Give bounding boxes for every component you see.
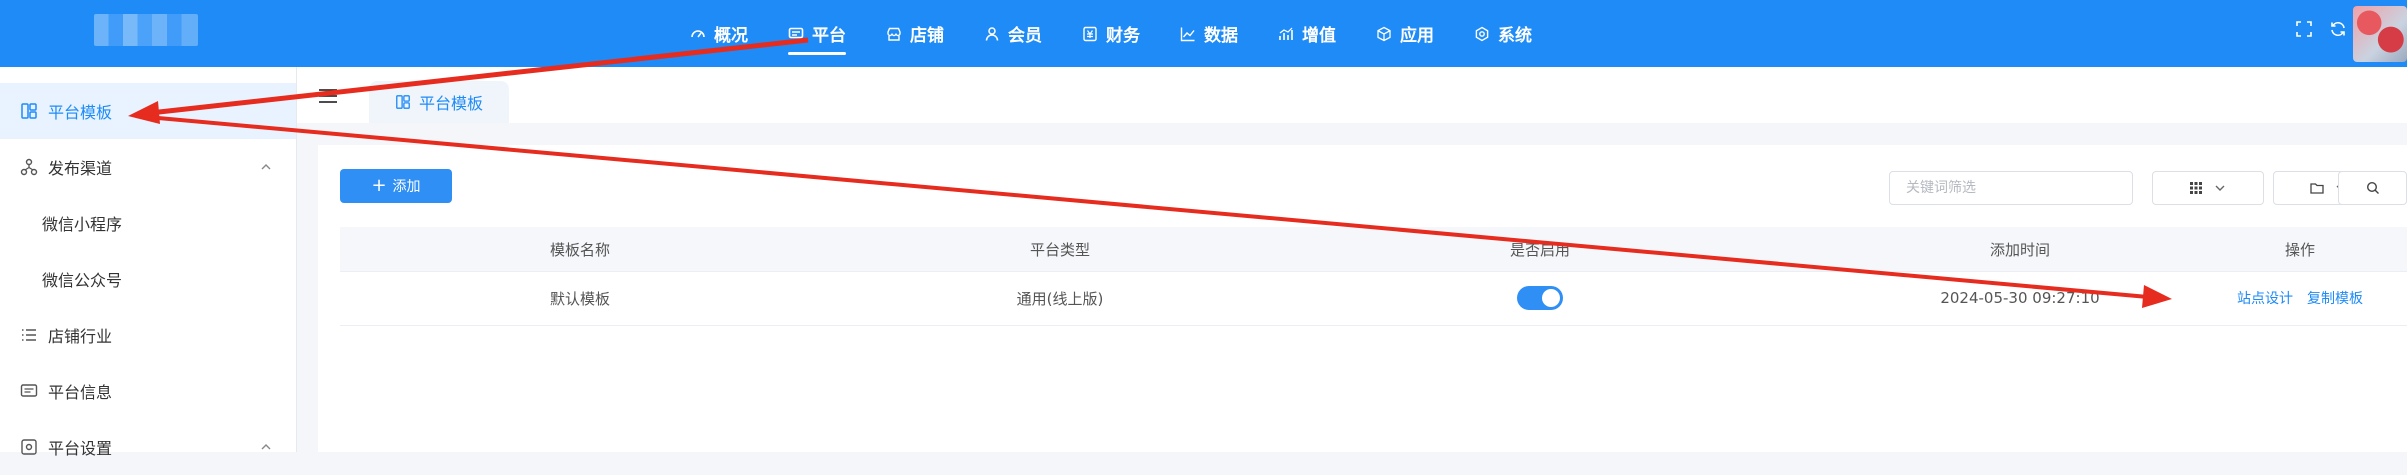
nav-item-label: 应用 (1400, 26, 1434, 46)
enabled-toggle[interactable] (1517, 286, 1563, 310)
table-row: 默认模板 通用(线上版) 2024-05-30 09:27:10 站点设计 复制… (340, 271, 2407, 326)
cell-platform-type: 通用(线上版) (1016, 289, 1104, 308)
tab-label: 平台模板 (418, 94, 483, 113)
nav-item-label: 平台 (812, 26, 846, 46)
sidebar-item-publish-channel[interactable]: 发布渠道 (0, 139, 296, 195)
nav-item-finance[interactable]: 财务 (1082, 0, 1140, 67)
copy-template-link[interactable]: 复制模板 (2307, 288, 2363, 308)
column-header-platform-type: 平台类型 (1029, 240, 1090, 259)
sidebar-item-label: 平台设置 (48, 439, 113, 458)
cell-actions: 站点设计 复制模板 (2220, 271, 2380, 325)
list-icon (22, 329, 36, 341)
finance-icon (1083, 26, 1097, 41)
chart-icon (1180, 27, 1195, 41)
nav-item-store[interactable]: 店铺 (886, 0, 944, 67)
top-tools (2295, 20, 2347, 38)
refresh-icon[interactable] (2329, 20, 2347, 38)
sidebar-item-platform-info[interactable]: 平台信息 (0, 363, 296, 419)
menu-toggle-icon[interactable] (319, 89, 337, 103)
sidebar-item-store-industry[interactable]: 店铺行业 (0, 307, 296, 363)
nav-item-label: 数据 (1204, 26, 1238, 46)
cube-icon (1377, 26, 1391, 41)
nav-item-member[interactable]: 会员 (984, 0, 1042, 67)
sidebar-item-label: 微信小程序 (42, 215, 123, 234)
user-icon (985, 26, 999, 41)
nav-item-label: 概况 (714, 26, 748, 46)
search-button[interactable] (2338, 171, 2407, 205)
chevron-up-icon (261, 164, 271, 170)
table-header: 模板名称 平台类型 是否启用 添加时间 操作 (340, 227, 2407, 272)
template-icon (21, 103, 37, 119)
sidebar-item-label: 平台模板 (48, 103, 113, 122)
dashboard-icon (691, 29, 705, 37)
sidebar-item-label: 微信公众号 (42, 271, 123, 290)
sidebar-item-wechat-official-account[interactable]: 微信公众号 (0, 251, 296, 307)
platform-icon (788, 27, 804, 41)
nav-item-growth[interactable]: 增值 (1278, 0, 1336, 67)
nav-item-system[interactable]: 系统 (1474, 0, 1532, 67)
channel-icon (20, 158, 38, 176)
sidebar: 平台模板 发布渠道 微信小程序 微信公众号 店铺行业 平台信息 平台设置 (0, 67, 297, 458)
sidebar-item-platform-template[interactable]: 平台模板 (0, 83, 296, 139)
column-header-enabled: 是否启用 (1509, 240, 1570, 259)
column-header-template-name: 模板名称 (549, 240, 610, 259)
site-design-link[interactable]: 站点设计 (2237, 288, 2293, 308)
top-nav: 概况 平台 店铺 会员 财务 数据 增值 应用 系统 (690, 0, 1572, 67)
sidebar-item-platform-settings[interactable]: 平台设置 (0, 419, 296, 475)
grid-view-dropdown[interactable] (2152, 171, 2264, 205)
nav-item-label: 财务 (1106, 26, 1140, 46)
cell-template-name: 默认模板 (549, 289, 610, 308)
logo (94, 14, 198, 46)
avatar[interactable] (2353, 6, 2407, 62)
cell-enabled (1400, 271, 1680, 325)
sidebar-item-label: 店铺行业 (48, 327, 113, 346)
folder-icon (2310, 183, 2324, 194)
cell-add-time: 2024-05-30 09:27:10 (1940, 289, 2100, 307)
nav-item-label: 店铺 (910, 26, 944, 46)
nav-item-apps[interactable]: 应用 (1376, 0, 1434, 67)
sidebar-item-label: 发布渠道 (48, 159, 113, 178)
column-header-add-time: 添加时间 (1989, 240, 2050, 259)
growth-icon (1279, 27, 1293, 40)
plus-icon: + (371, 175, 387, 196)
fullscreen-icon[interactable] (2295, 20, 2313, 38)
keyword-filter-input[interactable] (1889, 171, 2133, 205)
nav-item-data[interactable]: 数据 (1180, 0, 1238, 67)
nav-item-platform[interactable]: 平台 (788, 0, 846, 67)
grid-icon (2190, 182, 2202, 194)
template-icon (396, 95, 410, 109)
nav-item-overview[interactable]: 概况 (690, 0, 748, 67)
add-button[interactable]: + 添加 (340, 169, 452, 203)
chevron-up-icon (261, 444, 271, 450)
store-icon (887, 27, 901, 41)
info-icon (20, 384, 38, 397)
nav-item-label: 会员 (1008, 26, 1042, 46)
sidebar-item-label: 平台信息 (48, 383, 113, 402)
nav-item-label: 系统 (1498, 26, 1532, 46)
settings-icon (21, 439, 37, 455)
top-bar: 概况 平台 店铺 会员 财务 数据 增值 应用 系统 (0, 0, 2407, 67)
sidebar-item-wechat-miniprogram[interactable]: 微信小程序 (0, 195, 296, 251)
gear-icon (1475, 26, 1489, 41)
nav-item-label: 增值 (1302, 26, 1336, 46)
add-button-label: 添加 (392, 179, 421, 195)
main-panel: + 添加 模板名称 平台类型 是否启用 添加时间 操作 默认模板 通用(线上版)… (318, 145, 2407, 452)
search-icon (2366, 181, 2379, 194)
column-header-actions: 操作 (2284, 240, 2315, 259)
tab-platform-template[interactable]: 平台模板 (369, 81, 509, 123)
tab-bar: 平台模板 (297, 67, 2407, 123)
chevron-down-icon (2215, 185, 2225, 191)
